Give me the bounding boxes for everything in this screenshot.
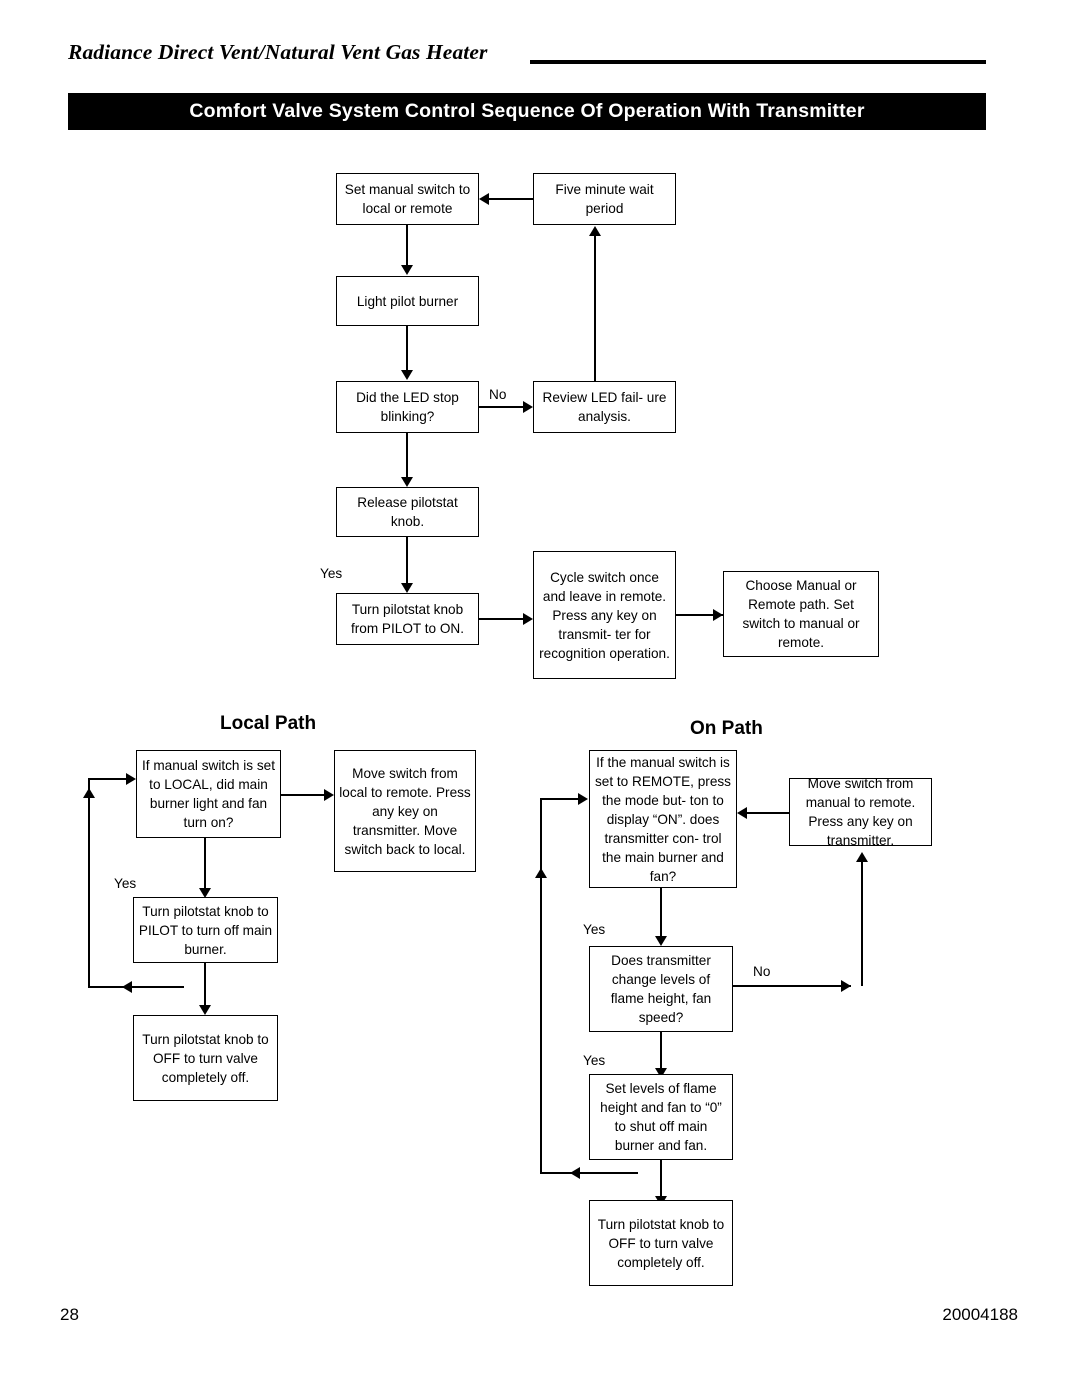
edge-localpilot-loop-v xyxy=(88,778,90,988)
node-text: Move switch from manual to remote. Press… xyxy=(805,776,916,848)
node-text: Review LED fail- ure analysis. xyxy=(542,390,667,424)
edge-wait-to-setswitch xyxy=(489,198,533,200)
edge-label-yes-change: Yes xyxy=(583,1053,606,1068)
node-text: Did the LED stop blinking? xyxy=(356,390,459,424)
edge-label-yes-release: Yes xyxy=(320,566,343,581)
edge-label-yes-remote: Yes xyxy=(583,922,606,937)
edge-moveremote-to-check xyxy=(747,812,789,814)
arrowhead-right xyxy=(523,401,533,413)
edge-localcheck-to-moveswitch xyxy=(281,794,324,796)
arrowhead-left xyxy=(122,981,132,993)
node-review-led-failure: Review LED fail- ure analysis. xyxy=(533,381,676,433)
node-text: Turn pilotstat knob to OFF to turn valve… xyxy=(142,1031,269,1085)
arrowhead-up xyxy=(589,226,601,236)
edge-localloop-to-check xyxy=(88,778,126,780)
node-set-manual-switch: Set manual switch to local or remote xyxy=(336,173,479,225)
edge-onpath-loop-v xyxy=(540,878,542,1174)
node-text: Does transmitter change levels of flame … xyxy=(610,953,712,1025)
edge-localcheck-to-localpilot xyxy=(204,838,206,892)
node-release-pilotstat: Release pilotstat knob. xyxy=(336,487,479,537)
node-move-switch-local: Move switch from local to remote. Press … xyxy=(334,750,476,872)
edge-review-to-wait xyxy=(594,236,596,381)
edge-lightpilot-to-led xyxy=(406,326,408,372)
node-text: If the manual switch is set to REMOTE, p… xyxy=(595,754,731,884)
arrowhead-left xyxy=(570,1167,580,1179)
title-rule xyxy=(530,60,986,64)
node-text: Choose Manual or Remote path. Set switch… xyxy=(742,578,860,650)
node-choose-manual-remote: Choose Manual or Remote path. Set switch… xyxy=(723,571,879,657)
edge-onpath-loop-h xyxy=(540,1172,638,1174)
arrowhead-down xyxy=(401,265,413,275)
arrowhead-right xyxy=(324,789,334,801)
edge-turnpilot-to-cycle xyxy=(479,618,523,620)
node-text: Turn pilotstat knob to PILOT to turn off… xyxy=(138,903,273,957)
node-turn-pilot-to-on: Turn pilotstat knob from PILOT to ON. xyxy=(336,593,479,645)
node-local-manual-check: If manual switch is set to LOCAL, did ma… xyxy=(136,750,281,838)
node-text: Five minute wait period xyxy=(555,182,654,216)
arrowhead-right xyxy=(578,793,588,805)
page-title: Radiance Direct Vent/Natural Vent Gas He… xyxy=(68,40,488,64)
arrowhead-up xyxy=(535,868,547,878)
node-local-turn-off: Turn pilotstat knob to OFF to turn valve… xyxy=(133,1015,278,1101)
node-light-pilot-burner: Light pilot burner xyxy=(336,276,479,326)
arrowhead-down xyxy=(401,477,413,487)
node-text: Release pilotstat knob. xyxy=(357,495,458,529)
node-on-turn-off: Turn pilotstat knob to OFF to turn valve… xyxy=(589,1200,733,1286)
document-code: 20004188 xyxy=(942,1305,1018,1324)
edge-changelevels-no-v xyxy=(861,862,863,986)
edge-release-to-turnpilot xyxy=(406,537,408,587)
node-local-turn-pilot: Turn pilotstat knob to PILOT to turn off… xyxy=(133,897,278,963)
arrowhead-down xyxy=(199,1005,211,1015)
arrowhead-right xyxy=(523,613,533,625)
node-set-levels: Set levels of flame height and fan to “0… xyxy=(589,1074,733,1160)
node-text: Set levels of flame height and fan to “0… xyxy=(600,1081,722,1153)
edge-onpath-loop-to-check xyxy=(540,798,578,800)
heading-on-path: On Path xyxy=(690,718,763,739)
node-text: Turn pilotstat knob to OFF to turn valve… xyxy=(597,1216,725,1270)
edge-remotecheck-to-changelevels xyxy=(660,888,662,940)
edge-setswitch-to-lightpilot xyxy=(406,225,408,267)
heading-local-path: Local Path xyxy=(220,713,317,734)
node-change-levels: Does transmitter change levels of flame … xyxy=(589,946,733,1032)
arrowhead-up xyxy=(83,788,95,798)
node-move-switch-remote: Move switch from manual to remote. Press… xyxy=(789,776,932,848)
edge-label-yes-local: Yes xyxy=(114,876,137,891)
arrowhead-left xyxy=(737,807,747,819)
arrowhead-down xyxy=(401,583,413,593)
arrowhead-down xyxy=(401,370,413,380)
arrowhead-right xyxy=(713,609,723,621)
node-did-led-stop: Did the LED stop blinking? xyxy=(336,381,479,433)
node-remote-manual-check: If the manual switch is set to REMOTE, p… xyxy=(589,750,737,888)
node-text: Set manual switch to local or remote xyxy=(344,182,471,216)
node-text: Move switch from local to remote. Press … xyxy=(339,765,471,857)
arrowhead-down xyxy=(655,936,667,946)
section-banner: Comfort Valve System Control Sequence Of… xyxy=(68,93,986,130)
edge-led-to-release xyxy=(406,433,408,481)
arrowhead-right xyxy=(841,980,851,992)
node-text: Light pilot burner xyxy=(356,293,459,309)
edge-localpilot-to-localoff xyxy=(204,963,206,1009)
edge-label-no-change: No xyxy=(753,964,771,979)
node-text: Cycle switch once and leave in remote. P… xyxy=(539,569,670,661)
edge-localpilot-loop-h xyxy=(88,986,184,988)
arrowhead-left xyxy=(479,193,489,205)
edge-changelevels-to-setlevels xyxy=(660,1032,662,1072)
edge-changelevels-no xyxy=(733,985,851,987)
node-text: Turn pilotstat knob from PILOT to ON. xyxy=(350,602,465,636)
edge-label-no-led: No xyxy=(489,387,507,402)
arrowhead-right xyxy=(126,773,136,785)
node-text: If manual switch is set to LOCAL, did ma… xyxy=(142,758,275,830)
node-five-minute-wait: Five minute wait period xyxy=(533,173,676,225)
edge-led-to-review xyxy=(479,406,523,408)
arrowhead-up xyxy=(856,852,868,862)
node-cycle-switch: Cycle switch once and leave in remote. P… xyxy=(533,551,676,679)
page-number: 28 xyxy=(60,1305,79,1324)
